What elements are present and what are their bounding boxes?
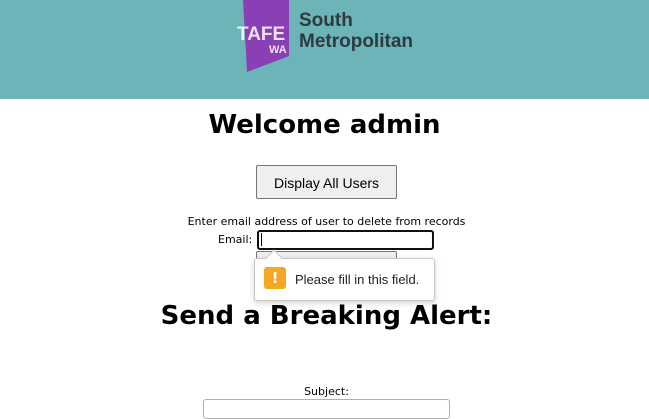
warning-icon: ! — [264, 267, 286, 289]
subject-field[interactable] — [203, 399, 450, 419]
display-all-users-button[interactable]: Display All Users — [256, 165, 397, 199]
text-caret — [261, 233, 262, 246]
breaking-alert-heading: Send a Breaking Alert: — [160, 301, 493, 331]
site-header: TAFE WA South Metropolitan — [0, 0, 649, 99]
logo-mark-text-2: WA — [269, 44, 287, 56]
delete-instruction: Enter email address of user to delete fr… — [187, 215, 466, 228]
logo-name-line-2: Metropolitan — [299, 31, 413, 52]
logo-name: South Metropolitan — [299, 10, 413, 52]
welcome-heading: Welcome admin — [208, 110, 441, 140]
email-field[interactable] — [257, 230, 434, 250]
subject-label: Subject: — [304, 385, 349, 398]
validation-message: Please fill in this field. — [295, 272, 420, 287]
logo-mark-text-1: TAFE — [237, 24, 285, 45]
email-label: Email: — [218, 233, 253, 246]
tafe-logo-icon: TAFE WA — [237, 0, 289, 72]
logo-name-line-1: South — [299, 10, 353, 31]
